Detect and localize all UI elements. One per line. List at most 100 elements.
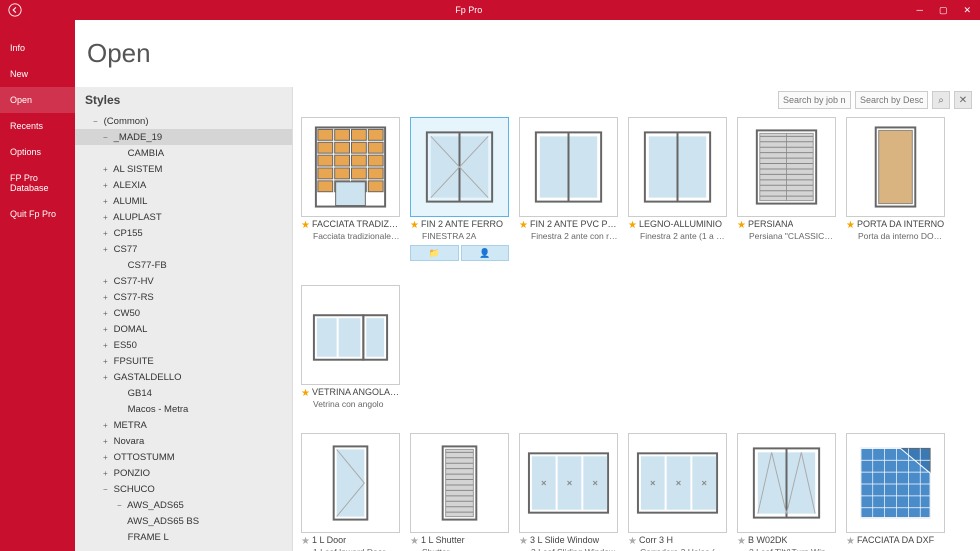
tree-item[interactable]: + ES50 [75, 337, 292, 353]
folder-icon[interactable]: 📁 [410, 245, 459, 261]
styles-tree[interactable]: − (Common)− _MADE_19 CAMBIA+ AL SISTEM+ … [75, 113, 292, 551]
gallery-card[interactable]: ★1 L ShutterShutter [410, 433, 509, 551]
card-subtitle: 3 Leaf Sliding Window [519, 547, 618, 551]
user-icon[interactable]: 👤 [461, 245, 510, 261]
card-title: ★PERSIANA [737, 220, 836, 231]
star-icon: ★ [628, 220, 637, 231]
tree-item[interactable]: + AL SISTEM [75, 161, 292, 177]
thumbnail[interactable] [301, 433, 400, 533]
thumbnail[interactable] [628, 117, 727, 217]
gallery-card[interactable]: ★FACCIATA TRADIZIONALEFacciata tradizion… [301, 117, 400, 261]
nav-info[interactable]: Info [0, 35, 75, 61]
toolbar: ⌕ ✕ [293, 87, 980, 113]
card-title: ★B W02DK [737, 536, 836, 547]
back-button[interactable] [5, 0, 25, 20]
card-title: ★1 L Door [301, 536, 400, 547]
card-title: ★FACCIATA TRADIZIONALE [301, 220, 400, 231]
tree-item[interactable]: + GASTALDELLO [75, 369, 292, 385]
nav-quit-fp-pro[interactable]: Quit Fp Pro [0, 201, 75, 227]
tree-item[interactable]: Macos - Metra [75, 401, 292, 417]
thumbnail[interactable] [519, 433, 618, 533]
tree-item[interactable]: + ALUPLAST [75, 209, 292, 225]
thumbnail[interactable] [301, 285, 400, 385]
close-button[interactable]: ✕ [959, 5, 975, 16]
tree-item[interactable]: + CS77-HV [75, 273, 292, 289]
thumbnail[interactable] [737, 117, 836, 217]
tree-item[interactable]: + CP155 [75, 225, 292, 241]
tree-item[interactable]: AWS_ADS65 BS [75, 513, 292, 529]
tree-item[interactable]: + FPSUITE [75, 353, 292, 369]
nav-open[interactable]: Open [0, 87, 75, 113]
star-icon: ★ [737, 536, 746, 547]
card-subtitle: Corredera 3 Hojas (central fila) [628, 547, 727, 551]
tree-item[interactable]: CS77-FB [75, 257, 292, 273]
star-icon: ★ [301, 388, 310, 399]
gallery-card[interactable]: ★LEGNO-ALLUMINIOFinestra 2 ante (1 a rib… [628, 117, 727, 261]
tree-item[interactable]: + METRA [75, 417, 292, 433]
gallery-card[interactable]: ★PORTA DA INTERNOPorta da interno DOMAL [846, 117, 945, 261]
star-icon: ★ [737, 220, 746, 231]
thumbnail[interactable] [846, 433, 945, 533]
star-icon: ★ [410, 536, 419, 547]
search-icon[interactable]: ⌕ [932, 91, 950, 109]
tree-item[interactable]: − _MADE_19 [75, 129, 292, 145]
card-title: ★3 L Slide Window [519, 536, 618, 547]
nav-options[interactable]: Options [0, 139, 75, 165]
tree-item[interactable]: + CS77 [75, 241, 292, 257]
nav-new[interactable]: New [0, 61, 75, 87]
gallery-card[interactable]: ★Corr 3 HCorredera 3 Hojas (central fila… [628, 433, 727, 551]
tree-item[interactable]: + CW50 [75, 305, 292, 321]
gallery-card[interactable]: ★FIN 2 ANTE FERROFINESTRA 2A📁👤 [410, 117, 509, 261]
card-title: ★FIN 2 ANTE PVC POOL ROTO [519, 220, 618, 231]
clear-icon[interactable]: ✕ [954, 91, 972, 109]
tree-item[interactable]: + PONZIO [75, 465, 292, 481]
thumbnail[interactable] [737, 433, 836, 533]
gallery-card[interactable]: ★B W02DK2 Leaf Tilt&Turn Window [737, 433, 836, 551]
gallery-card[interactable]: ★VETRINA ANGOLARE 90Vetrina con angolo [301, 285, 400, 409]
styles-panel: Styles − (Common)− _MADE_19 CAMBIA+ AL S… [75, 87, 293, 551]
gallery[interactable]: ★FACCIATA TRADIZIONALEFacciata tradizion… [293, 113, 980, 551]
tree-item[interactable]: + ALUMIL [75, 193, 292, 209]
maximize-button[interactable]: ▢ [935, 5, 952, 16]
star-icon: ★ [301, 220, 310, 231]
tree-item[interactable]: + ALEXIA [75, 177, 292, 193]
star-icon: ★ [519, 220, 528, 231]
thumbnail[interactable] [410, 433, 509, 533]
thumbnail[interactable] [301, 117, 400, 217]
tree-item[interactable]: + OTTOSTUMM [75, 449, 292, 465]
nav-recents[interactable]: Recents [0, 113, 75, 139]
card-title: ★Corr 3 H [628, 536, 727, 547]
card-title: ★PORTA DA INTERNO [846, 220, 945, 231]
nav-fp-pro-database[interactable]: FP Pro Database [0, 165, 75, 201]
card-subtitle: Finestra 2 ante (1 a ribalta) [628, 231, 727, 241]
tree-item[interactable]: + DOMAL [75, 321, 292, 337]
gallery-card[interactable]: ★3 L Slide Window3 Leaf Sliding Window [519, 433, 618, 551]
gallery-card[interactable]: ★FIN 2 ANTE PVC POOL ROTOFinestra 2 ante… [519, 117, 618, 261]
tree-item[interactable]: + Novara [75, 433, 292, 449]
card-subtitle: Porta da interno DOMAL [846, 231, 945, 241]
tree-item[interactable]: − AWS_ADS65 [75, 497, 292, 513]
tree-item[interactable]: CAMBIA [75, 145, 292, 161]
thumbnail[interactable] [846, 117, 945, 217]
search-jobname-input[interactable] [778, 91, 851, 109]
search-description-input[interactable] [855, 91, 928, 109]
thumbnail[interactable] [519, 117, 618, 217]
tree-item[interactable]: − (Common) [75, 113, 292, 129]
tree-item[interactable]: FRAME L [75, 529, 292, 545]
gallery-card[interactable]: ★1 L Door1 Leaf Inward Door [301, 433, 400, 551]
card-title: ★FIN 2 ANTE FERRO [410, 220, 509, 231]
tree-item[interactable]: − SCHUCO [75, 481, 292, 497]
card-subtitle: Facciata tradizionale con porte [301, 231, 400, 241]
thumbnail[interactable] [628, 433, 727, 533]
gallery-card[interactable]: ★FACCIATA DA DXF [846, 433, 945, 551]
minimize-button[interactable]: ─ [913, 5, 927, 16]
gallery-card[interactable]: ★PERSIANAPersiana "CLASSICA" a 2 ante [737, 117, 836, 261]
star-icon: ★ [628, 536, 637, 547]
tree-item[interactable]: + CS77-RS [75, 289, 292, 305]
thumbnail[interactable] [410, 117, 509, 217]
star-icon: ★ [410, 220, 419, 231]
app-title: Fp Pro [25, 5, 913, 15]
titlebar: Fp Pro ─ ▢ ✕ [0, 0, 980, 20]
star-icon: ★ [846, 536, 855, 547]
tree-item[interactable]: GB14 [75, 385, 292, 401]
